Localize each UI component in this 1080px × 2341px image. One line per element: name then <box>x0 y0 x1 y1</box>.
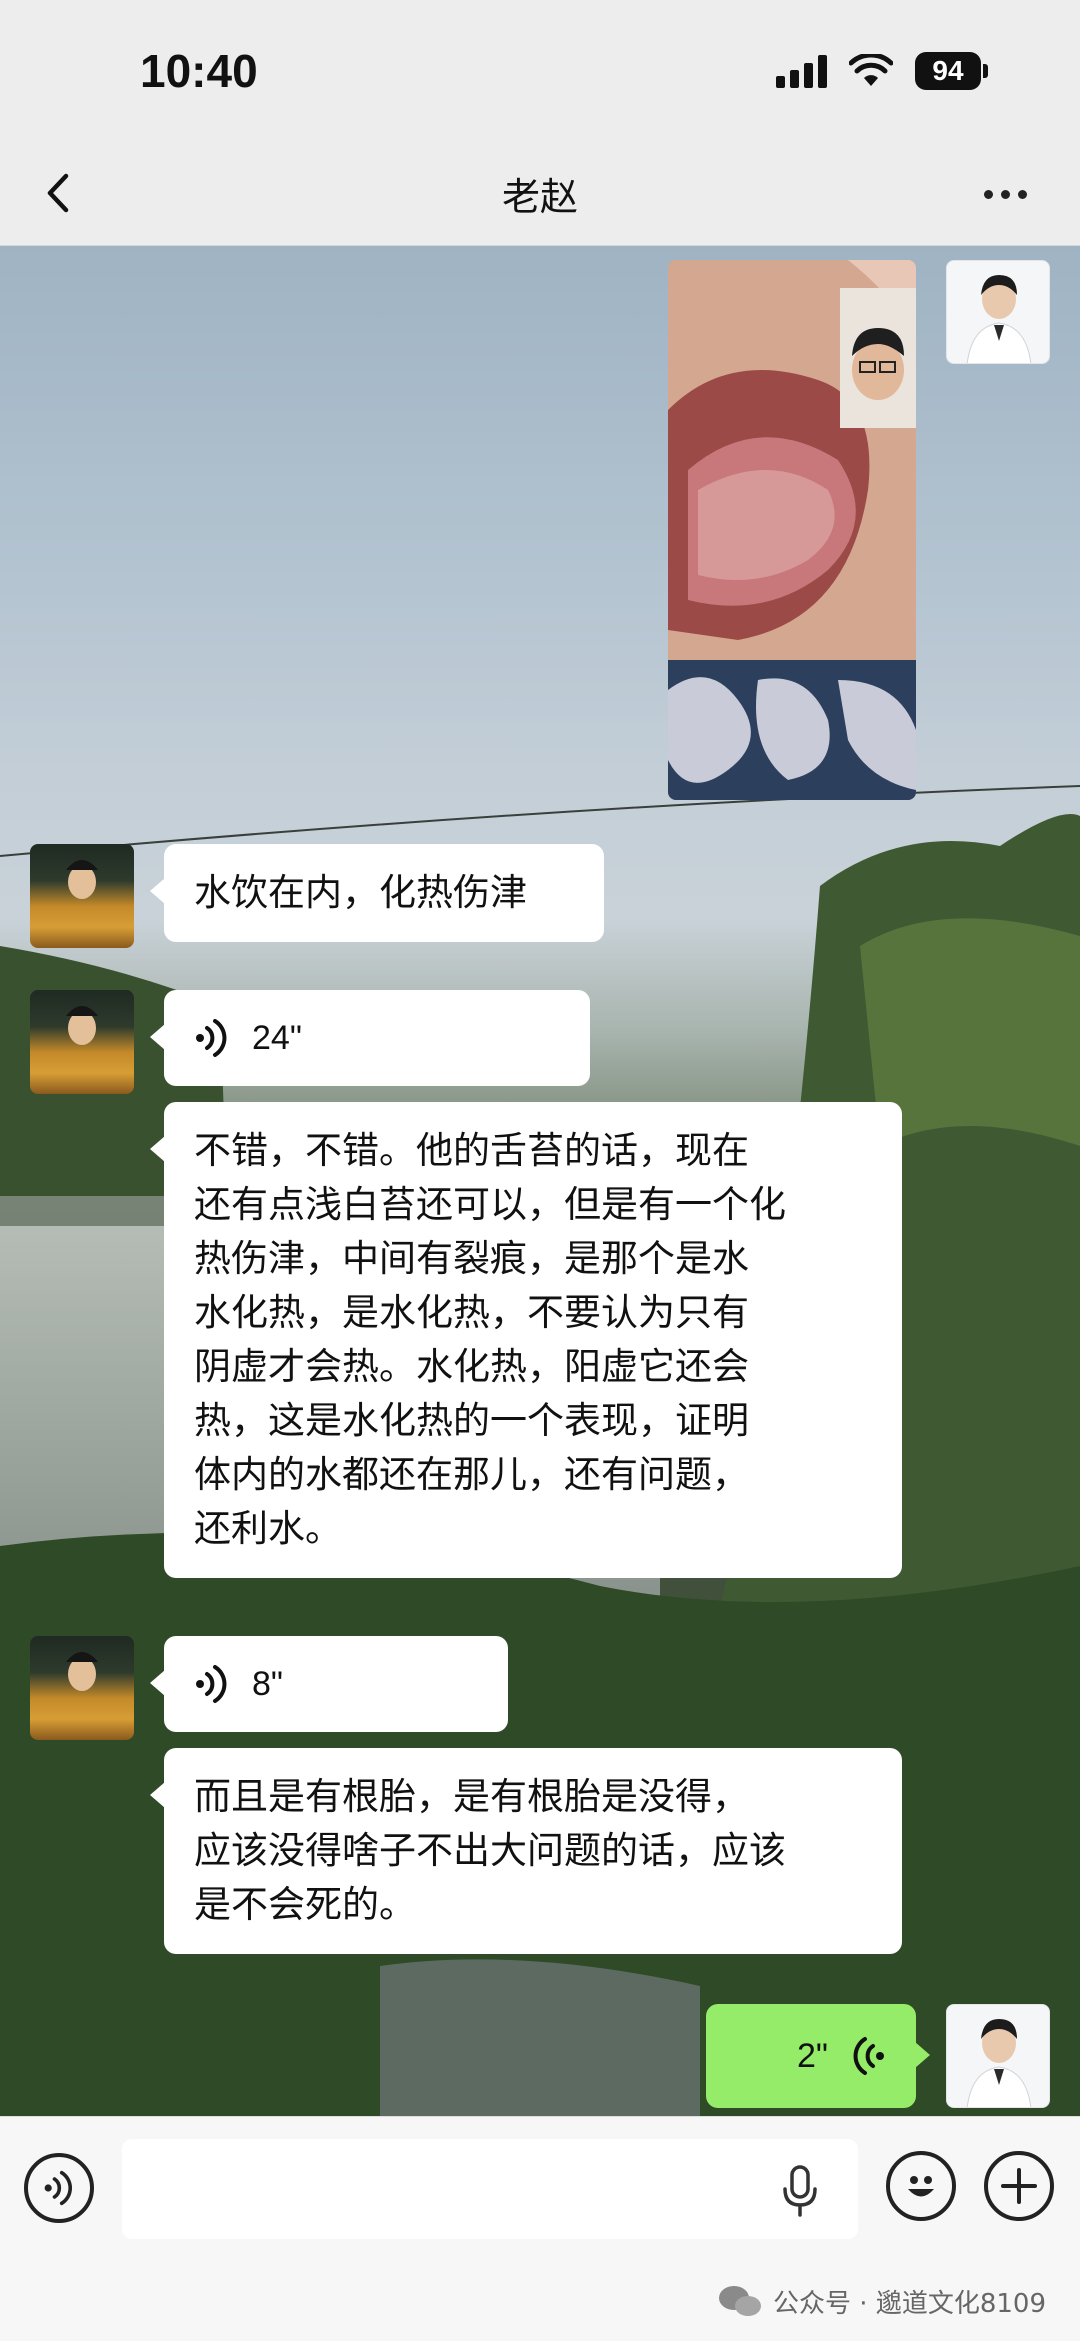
more-actions-button[interactable] <box>984 2151 1054 2221</box>
message-bubble[interactable]: 水饮在内，化热伤津 <box>150 844 604 942</box>
avatar-self[interactable] <box>946 2004 1050 2108</box>
voice-input-button[interactable] <box>24 2153 94 2223</box>
input-bar: 公众号 · 邈道文化8109 <box>0 2116 1080 2341</box>
emoji-icon <box>908 2176 934 2197</box>
nav-bar: 老赵 <box>0 140 1080 246</box>
photo-message[interactable] <box>668 260 916 800</box>
message-line: 热，这是水化热的一个表现，证明 <box>194 1399 749 1442</box>
voice-duration: 24" <box>252 1019 302 1057</box>
message-bubble[interactable]: 不错，不错。他的舌苔的话，现在 还有点浅白苔还可以，但是有一个化 热伤津，中间有… <box>150 1102 902 1578</box>
battery-cap <box>983 64 988 78</box>
watermark-text: 公众号 · 邈道文化8109 <box>773 2289 1046 2319</box>
message-line: 热伤津，中间有裂痕，是那个是水 <box>194 1237 749 1280</box>
message-bubble[interactable]: 而且是有根胎，是有根胎是没得， 应该没得啥子不出大问题的话，应该 是不会死的。 <box>150 1748 902 1954</box>
avatar-contact[interactable] <box>30 1636 134 1740</box>
wifi-icon <box>849 54 893 86</box>
message-line: 还有点浅白苔还可以，但是有一个化 <box>194 1183 786 1226</box>
chat-area[interactable]: 水饮在内，化热伤津 24" 不错，不错。他的舌苔的话，现在 还有点浅白苔还可以，… <box>0 246 1080 2116</box>
message-line: 还利水。 <box>194 1507 342 1550</box>
voice-message[interactable]: 8" <box>150 1636 508 1732</box>
battery-indicator: 94 <box>915 52 981 90</box>
voice-duration: 8" <box>252 1665 283 1703</box>
message-line: 不错，不错。他的舌苔的话，现在 <box>194 1129 749 1172</box>
voice-duration: 2" <box>797 2037 828 2075</box>
wechat-logo-icon <box>719 2285 762 2316</box>
message-line: 体内的水都还在那儿，还有问题， <box>194 1453 749 1496</box>
status-bar: 10:40 94 <box>0 0 1080 140</box>
avatar-contact[interactable] <box>30 990 134 1094</box>
avatar-self[interactable] <box>946 260 1050 364</box>
voice-message-sent[interactable]: 2" <box>706 2004 930 2108</box>
plus-icon <box>1001 2168 1037 2204</box>
voice-wave-icon <box>196 1019 227 1057</box>
voice-wave-icon <box>196 1665 227 1703</box>
signal-icon <box>776 54 827 88</box>
chat-title: 老赵 <box>501 175 578 219</box>
message-text: 水饮在内，化热伤津 <box>194 871 527 914</box>
message-line: 是不会死的。 <box>194 1883 416 1926</box>
avatar-contact[interactable] <box>30 844 134 948</box>
status-time: 10:40 <box>140 45 258 97</box>
status-icons: 94 <box>776 52 988 90</box>
message-line: 阴虚才会热。水化热，阳虚它还会 <box>194 1345 749 1388</box>
message-line: 而且是有根胎，是有根胎是没得， <box>194 1775 749 1818</box>
watermark: 公众号 · 邈道文化8109 <box>717 2283 1046 2320</box>
message-line: 水化热，是水化热，不要认为只有 <box>194 1291 749 1334</box>
voice-message[interactable]: 24" <box>150 990 590 1086</box>
message-line: 应该没得啥子不出大问题的话，应该 <box>194 1829 786 1872</box>
microphone-icon[interactable] <box>780 2165 820 2217</box>
message-input[interactable] <box>122 2139 858 2239</box>
voice-wave-icon <box>44 2170 72 2206</box>
voice-wave-icon <box>853 2037 884 2075</box>
more-icon[interactable] <box>984 174 1040 214</box>
emoji-button[interactable] <box>886 2151 956 2221</box>
